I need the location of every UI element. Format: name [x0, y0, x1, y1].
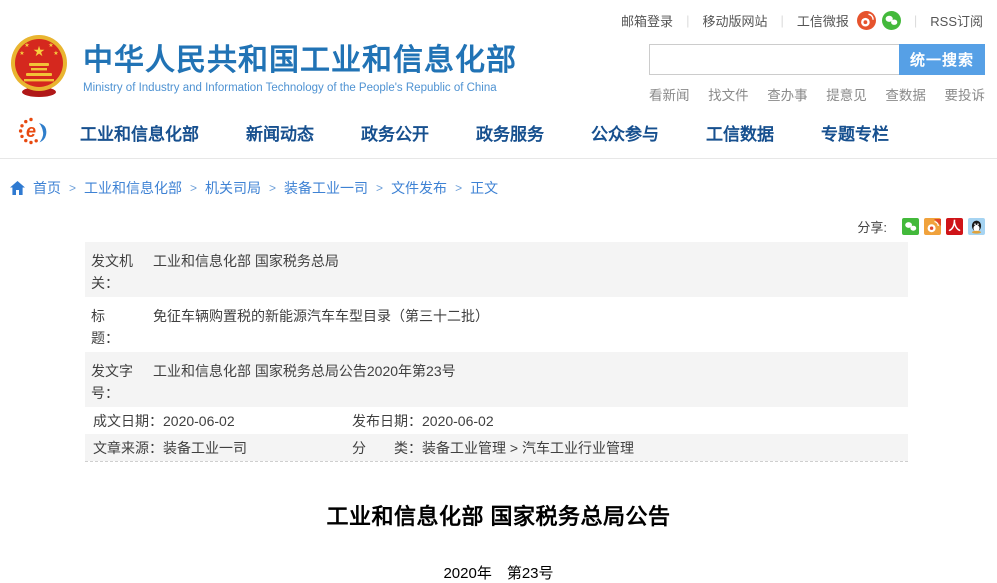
share-people-icon[interactable]: 人: [946, 218, 963, 235]
svg-text:★: ★: [53, 50, 58, 57]
breadcrumb-separator: >: [190, 181, 197, 195]
site-header: ★ ★ ★ ★ ★ 中华人民共和国工业和信息化部 Ministry of Ind…: [0, 40, 997, 106]
national-emblem-logo: ★ ★ ★ ★ ★: [10, 34, 68, 98]
main-nav: e 工业和信息化部 新闻动态 政务公开 政务服务 公众参与 工信数据 专题专栏: [0, 106, 997, 159]
meta-row-doc-number: 发文字 号： 工业和信息化部 国家税务总局公告2020年第23号: [85, 352, 908, 407]
quick-link-services[interactable]: 查办事: [767, 84, 808, 104]
nav-item-miit[interactable]: 工业和信息化部: [80, 120, 199, 145]
meta-row-source: 文章来源：装备工业一司 分 类：装备工业管理 > 汽车工业行业管理: [85, 434, 908, 461]
quick-link-news[interactable]: 看新闻: [649, 84, 690, 104]
site-title: 中华人民共和国工业和信息化部: [83, 44, 517, 78]
meta-label-issuer: 发文机 关：: [91, 250, 139, 297]
home-icon[interactable]: [10, 181, 25, 195]
article-title: 工业和信息化部 国家税务总局公告: [0, 499, 997, 531]
article-category: 分 类：装备工业管理 > 汽车工业行业管理: [352, 438, 908, 458]
search-input[interactable]: [649, 44, 899, 75]
svg-text:★: ★: [19, 50, 24, 57]
quick-link-suggest[interactable]: 提意见: [826, 84, 867, 104]
breadcrumb-home[interactable]: 首页: [33, 178, 61, 198]
site-brand: ★ ★ ★ ★ ★ 中华人民共和国工业和信息化部 Ministry of Ind…: [10, 40, 517, 98]
meta-row-issuer: 发文机 关： 工业和信息化部 国家税务总局: [85, 242, 908, 297]
svg-text:★: ★: [33, 43, 46, 59]
rss-link[interactable]: RSS订阅: [930, 11, 983, 30]
breadcrumb-current: 正文: [470, 178, 498, 198]
publish-date: 发布日期：2020-06-02: [352, 411, 908, 431]
top-utility-bar: 邮箱登录 | 移动版网站 | 工信微报 | RSS订阅: [0, 0, 997, 40]
breadcrumb-doc-release[interactable]: 文件发布: [391, 178, 447, 198]
meta-value-doc-number: 工业和信息化部 国家税务总局公告2020年第23号: [153, 360, 900, 407]
share-weibo-icon[interactable]: [924, 218, 941, 235]
document-meta-table: 发文机 关： 工业和信息化部 国家税务总局 标 题： 免征车辆购置税的新能源汽车…: [85, 242, 908, 461]
breadcrumb-separator: >: [269, 181, 276, 195]
breadcrumb-separator: >: [455, 181, 462, 195]
dashed-divider: [85, 461, 908, 462]
article-issue-number: 2020年 第23号: [0, 562, 997, 583]
share-row: 分享: 人: [0, 213, 997, 242]
quick-link-files[interactable]: 找文件: [708, 84, 749, 104]
topbar-divider: |: [686, 13, 689, 28]
search-area: 统一搜索 看新闻 找文件 查办事 提意见 查数据 要投诉: [649, 44, 985, 104]
meta-label-title: 标 题：: [91, 305, 139, 352]
article-source: 文章来源：装备工业一司: [93, 438, 352, 458]
quick-links: 看新闻 找文件 查办事 提意见 查数据 要投诉: [649, 84, 985, 104]
nav-item-public[interactable]: 公众参与: [591, 120, 659, 145]
nav-item-topics[interactable]: 专题专栏: [821, 120, 889, 145]
topbar-divider: |: [780, 13, 783, 28]
unified-search-button[interactable]: 统一搜索: [899, 44, 985, 75]
share-wechat-icon[interactable]: [902, 218, 919, 235]
site-subtitle: Ministry of Industry and Information Tec…: [83, 82, 517, 94]
written-date: 成文日期：2020-06-02: [93, 411, 352, 431]
svg-text:★: ★: [24, 42, 29, 49]
meta-label-doc-number: 发文字 号：: [91, 360, 139, 407]
breadcrumb-equipment-dept[interactable]: 装备工业一司: [284, 178, 368, 198]
quick-link-complaint[interactable]: 要投诉: [944, 84, 985, 104]
mobile-site-link[interactable]: 移动版网站: [702, 11, 767, 30]
topbar-social-icons: [857, 11, 901, 30]
wechat-icon[interactable]: [882, 11, 901, 30]
nav-item-data[interactable]: 工信数据: [706, 120, 774, 145]
meta-row-title: 标 题： 免征车辆购置税的新能源汽车车型目录（第三十二批）: [85, 297, 908, 352]
topbar-divider: |: [914, 13, 917, 28]
miit-e-logo-icon: e: [18, 116, 50, 148]
share-label: 分享:: [857, 217, 887, 236]
meta-value-title: 免征车辆购置税的新能源汽车车型目录（第三十二批）: [153, 305, 900, 352]
share-qq-icon[interactable]: [968, 218, 985, 235]
weibo-icon[interactable]: [857, 11, 876, 30]
quick-link-data[interactable]: 查数据: [885, 84, 926, 104]
gongxin-weibo-link[interactable]: 工信微报: [797, 11, 849, 30]
meta-row-dates: 成文日期：2020-06-02 发布日期：2020-06-02: [85, 407, 908, 434]
breadcrumb: 首页 > 工业和信息化部 > 机关司局 > 装备工业一司 > 文件发布 > 正文: [0, 159, 997, 213]
breadcrumb-separator: >: [69, 181, 76, 195]
mail-login-link[interactable]: 邮箱登录: [621, 11, 673, 30]
svg-text:e: e: [26, 121, 36, 141]
meta-value-issuer: 工业和信息化部 国家税务总局: [153, 250, 900, 297]
brand-text: 中华人民共和国工业和信息化部 Ministry of Industry and …: [83, 44, 517, 94]
breadcrumb-departments[interactable]: 机关司局: [205, 178, 261, 198]
nav-item-gov-service[interactable]: 政务服务: [476, 120, 544, 145]
svg-text:★: ★: [48, 42, 53, 49]
nav-item-news[interactable]: 新闻动态: [246, 120, 314, 145]
nav-item-gov-open[interactable]: 政务公开: [361, 120, 429, 145]
breadcrumb-separator: >: [376, 181, 383, 195]
breadcrumb-miit[interactable]: 工业和信息化部: [84, 178, 182, 198]
